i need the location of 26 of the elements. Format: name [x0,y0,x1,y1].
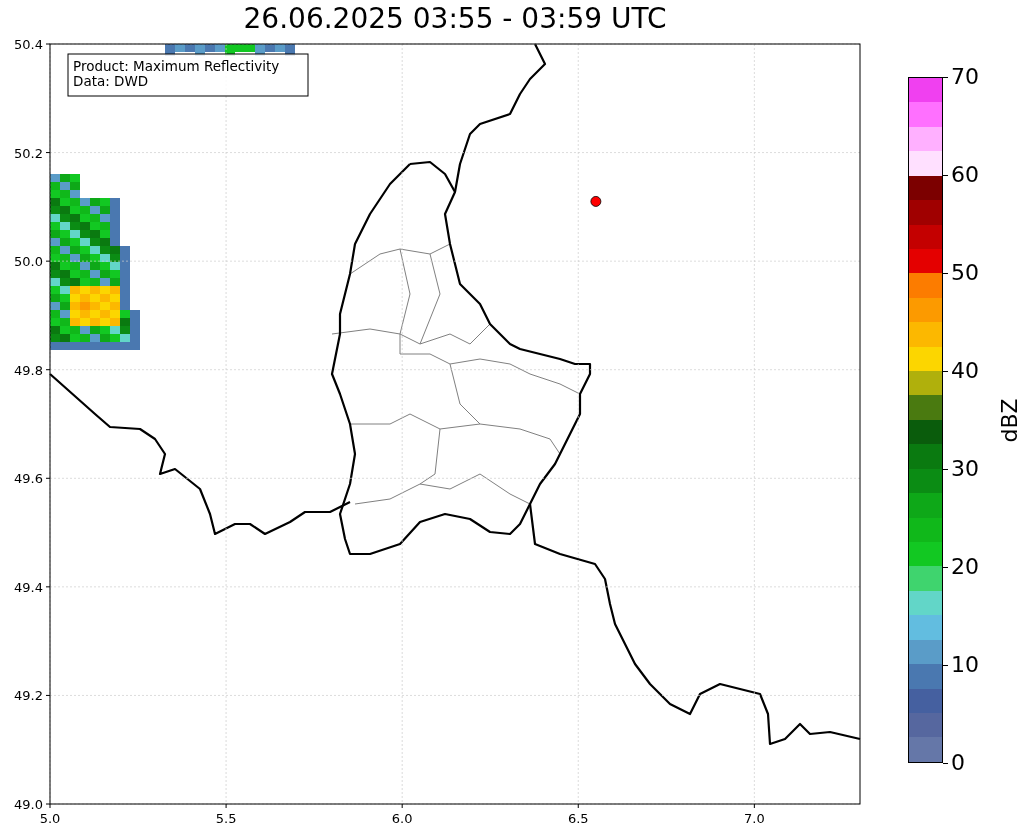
info-text: Data: DWD [73,73,149,89]
colorbar-tick-label: 70 [951,66,979,88]
axis-tick-label: 7.0 [744,811,765,826]
colorbar-tick-label: 20 [951,556,979,578]
axis-tick-label: 50.0 [14,254,43,270]
colorbar-tick-label: 0 [951,752,965,774]
axis-tick-label: 49.2 [14,688,43,704]
axis-tick-label: 50.2 [14,145,43,161]
axis-tick-label: 49.4 [14,579,43,595]
colorbar-tick-label: 10 [951,654,979,676]
colorbar-tick-label: 60 [951,164,979,186]
axis-tick-label: 50.4 [14,37,43,52]
axis-tick-label: 6.5 [567,811,589,826]
axis-tick-label: 49.8 [14,362,43,378]
colorbar-label: dBZ [996,397,1022,443]
axis-tick-label: 49.0 [14,797,43,812]
axis-tick-label: 5.5 [215,811,237,826]
axis-tick-label: 5.0 [39,811,61,826]
colorbar-tick-label: 30 [951,458,979,480]
axis-tick-label: 6.0 [391,811,413,826]
info-text: Product: Maximum Reflectivity [73,58,280,74]
axis-tick-label: 49.6 [14,471,43,487]
location-marker [590,196,602,207]
chart-title: 26.06.2025 03:55 - 03:59 UTC [242,4,668,34]
colorbar-tick-label: 40 [951,360,979,382]
colorbar-tick-label: 50 [951,262,979,284]
